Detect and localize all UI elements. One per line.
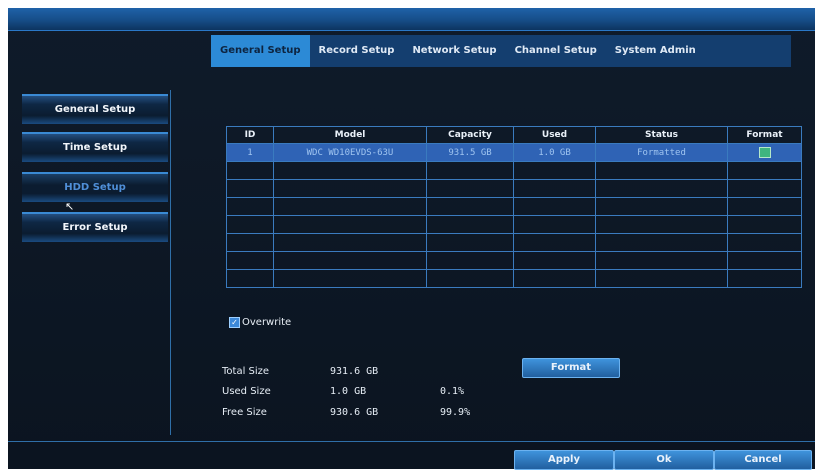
column-header-model: Model <box>273 126 427 144</box>
sidebar-item-general-setup[interactable]: General Setup <box>22 94 168 124</box>
sidebar-item-time-setup[interactable]: Time Setup <box>22 132 168 162</box>
ok-button[interactable]: Ok <box>614 450 714 470</box>
cell-model: WDC WD10EVDS-63U <box>273 143 427 162</box>
free-size-value: 930.6 GB <box>330 407 379 418</box>
tab-general-setup[interactable]: General Setup <box>211 35 310 67</box>
used-size-label: Used Size <box>222 386 271 397</box>
column-header-used: Used <box>513 126 596 144</box>
format-select-checkbox[interactable] <box>758 147 771 158</box>
table-row[interactable]: 1 WDC WD10EVDS-63U 931.5 GB 1.0 GB Forma… <box>226 143 802 162</box>
table-row-empty <box>226 251 802 270</box>
table-row-empty <box>226 161 802 180</box>
hdd-table: ID Model Capacity Used Status Format 1 W… <box>226 126 802 288</box>
cell-used: 1.0 GB <box>513 143 596 162</box>
overwrite-label: Overwrite <box>242 317 292 328</box>
overwrite-option[interactable]: ✓ Overwrite <box>229 317 291 328</box>
column-header-format: Format <box>727 126 802 144</box>
format-button[interactable]: Format <box>522 358 620 378</box>
sidebar-item-hdd-setup[interactable]: HDD Setup <box>22 172 168 202</box>
used-size-percent: 0.1% <box>440 386 465 397</box>
tab-system-admin[interactable]: System Admin <box>606 35 705 67</box>
divider <box>8 441 815 442</box>
table-row-empty <box>226 269 802 288</box>
top-tab-bar: General Setup Record Setup Network Setup… <box>211 35 791 67</box>
free-size-percent: 99.9% <box>440 407 471 418</box>
column-header-status: Status <box>595 126 728 144</box>
total-size-label: Total Size <box>222 366 270 377</box>
mouse-pointer-icon: ↖ <box>65 200 75 213</box>
apply-button[interactable]: Apply <box>514 450 614 470</box>
table-row-empty <box>226 179 802 198</box>
table-row-empty <box>226 197 802 216</box>
overwrite-checkbox[interactable]: ✓ <box>229 317 240 328</box>
table-row-empty <box>226 233 802 252</box>
sidebar: General Setup Time Setup HDD Setup Error… <box>20 90 171 435</box>
tab-channel-setup[interactable]: Channel Setup <box>506 35 606 67</box>
tab-record-setup[interactable]: Record Setup <box>310 35 404 67</box>
table-header-row: ID Model Capacity Used Status Format <box>226 126 802 144</box>
cell-format <box>727 143 802 162</box>
used-size-value: 1.0 GB <box>330 386 367 397</box>
column-header-id: ID <box>226 126 274 144</box>
cancel-button[interactable]: Cancel <box>714 450 812 470</box>
cell-status: Formatted <box>595 143 728 162</box>
cell-capacity: 931.5 GB <box>426 143 514 162</box>
dvr-settings-window: General Setup Record Setup Network Setup… <box>8 8 815 470</box>
column-header-capacity: Capacity <box>426 126 514 144</box>
sidebar-item-error-setup[interactable]: Error Setup <box>22 212 168 242</box>
free-size-label: Free Size <box>222 407 267 418</box>
title-bar <box>8 8 815 31</box>
table-row-empty <box>226 215 802 234</box>
tab-network-setup[interactable]: Network Setup <box>403 35 505 67</box>
cell-id: 1 <box>226 143 274 162</box>
total-size-value: 931.6 GB <box>330 366 379 377</box>
